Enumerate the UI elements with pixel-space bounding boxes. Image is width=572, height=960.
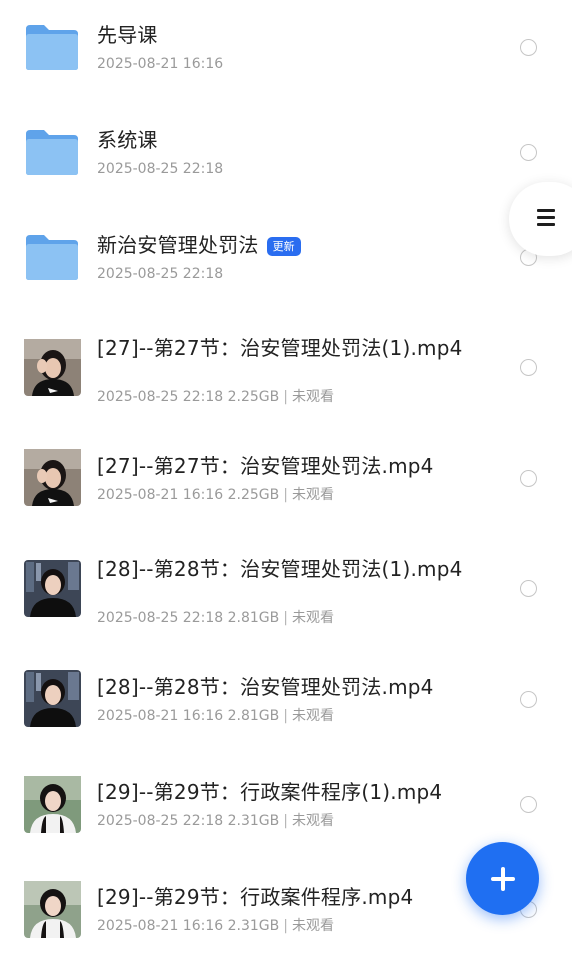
item-date: 2025-08-21 16:16: [97, 487, 224, 503]
select-radio[interactable]: [520, 691, 537, 708]
watch-status: 未观看: [291, 610, 334, 626]
select-radio[interactable]: [520, 796, 537, 813]
item-size: 2.81GB: [227, 610, 280, 626]
item-meta: 2025-08-25 22:18 2.31GB | 未观看: [97, 813, 334, 829]
list-item-video[interactable]: [29]--第29节：行政案件程序(1).mp4 2025-08-25 22:1…: [0, 752, 572, 856]
video-thumbnail: [24, 339, 81, 396]
file-list-screen: 先导课 2025-08-21 16:16 系统课 2025-08-25 22:1…: [0, 0, 572, 960]
video-thumbnail: [24, 881, 81, 938]
item-title-wrap: 新治安管理处罚法 更新: [97, 233, 477, 258]
item-meta: 2025-08-25 22:18 2.81GB | 未观看: [97, 610, 334, 626]
select-radio[interactable]: [520, 470, 537, 487]
folder-icon: [26, 25, 78, 70]
list-item-video[interactable]: [28]--第28节：治安管理处罚法.mp4 2025-08-21 16:16 …: [0, 646, 572, 750]
list-item-folder[interactable]: 系统课 2025-08-25 22:18: [0, 105, 572, 209]
item-size: 2.81GB: [227, 708, 280, 724]
list-item-video[interactable]: [27]--第27节：治安管理处罚法(1).mp4 2025-08-25 22:…: [0, 316, 572, 420]
item-date: 2025-08-25 22:18: [97, 161, 224, 177]
item-date: 2025-08-25 22:18: [97, 813, 224, 829]
video-thumbnail: [24, 776, 81, 833]
video-thumbnail: [24, 670, 81, 727]
watch-status: 未观看: [291, 708, 334, 724]
update-badge: 更新: [266, 237, 301, 256]
menu-icon: [537, 209, 555, 227]
folder-icon: [26, 130, 78, 175]
item-title: [29]--第29节：行政案件程序(1).mp4: [97, 780, 443, 804]
item-meta: 2025-08-25 22:18: [97, 265, 223, 283]
watch-status: 未观看: [291, 918, 334, 934]
select-radio[interactable]: [520, 144, 537, 161]
list-item-video[interactable]: [27]--第27节：治安管理处罚法.mp4 2025-08-21 16:16 …: [0, 425, 572, 529]
list-item-folder[interactable]: 先导课 2025-08-21 16:16: [0, 0, 572, 104]
item-date: 2025-08-25 22:18: [97, 266, 224, 282]
item-title: 系统课: [97, 128, 158, 152]
item-meta: 2025-08-25 22:18 2.25GB | 未观看: [97, 389, 334, 405]
select-radio[interactable]: [520, 39, 537, 56]
item-title: [27]--第27节：治安管理处罚法(1).mp4: [97, 336, 463, 360]
video-thumbnail: [24, 449, 81, 506]
item-date: 2025-08-21 16:16: [97, 918, 224, 934]
item-meta: 2025-08-21 16:16 2.81GB | 未观看: [97, 708, 334, 724]
list-item-video[interactable]: [28]--第28节：治安管理处罚法(1).mp4 2025-08-25 22:…: [0, 537, 572, 641]
item-size: 2.25GB: [227, 487, 280, 503]
item-size: 2.25GB: [227, 389, 280, 405]
watch-status: 未观看: [291, 389, 334, 405]
item-meta: 2025-08-21 16:16: [97, 55, 223, 73]
item-title: [28]--第28节：治安管理处罚法(1).mp4: [97, 557, 463, 581]
item-title: [29]--第29节：行政案件程序.mp4: [97, 885, 414, 909]
item-title: 先导课: [97, 23, 158, 47]
select-radio[interactable]: [520, 359, 537, 376]
video-thumbnail: [24, 560, 81, 617]
item-meta: 2025-08-21 16:16 2.31GB | 未观看: [97, 918, 334, 934]
item-title: [27]--第27节：治安管理处罚法.mp4: [97, 454, 434, 478]
item-title: 新治安管理处罚法: [97, 233, 259, 257]
watch-status: 未观看: [291, 813, 334, 829]
add-button[interactable]: [466, 842, 539, 915]
folder-icon: [26, 235, 78, 280]
item-size: 2.31GB: [227, 813, 280, 829]
watch-status: 未观看: [291, 487, 334, 503]
item-meta: 2025-08-21 16:16 2.25GB | 未观看: [97, 487, 334, 503]
list-item-folder[interactable]: 新治安管理处罚法 更新 2025-08-25 22:18: [0, 210, 572, 314]
item-date: 2025-08-21 16:16: [97, 56, 224, 72]
item-meta: 2025-08-25 22:18: [97, 160, 223, 178]
item-size: 2.31GB: [227, 918, 280, 934]
item-date: 2025-08-25 22:18: [97, 389, 224, 405]
select-radio[interactable]: [520, 580, 537, 597]
item-title: [28]--第28节：治安管理处罚法.mp4: [97, 675, 434, 699]
item-date: 2025-08-21 16:16: [97, 708, 224, 724]
item-date: 2025-08-25 22:18: [97, 610, 224, 626]
